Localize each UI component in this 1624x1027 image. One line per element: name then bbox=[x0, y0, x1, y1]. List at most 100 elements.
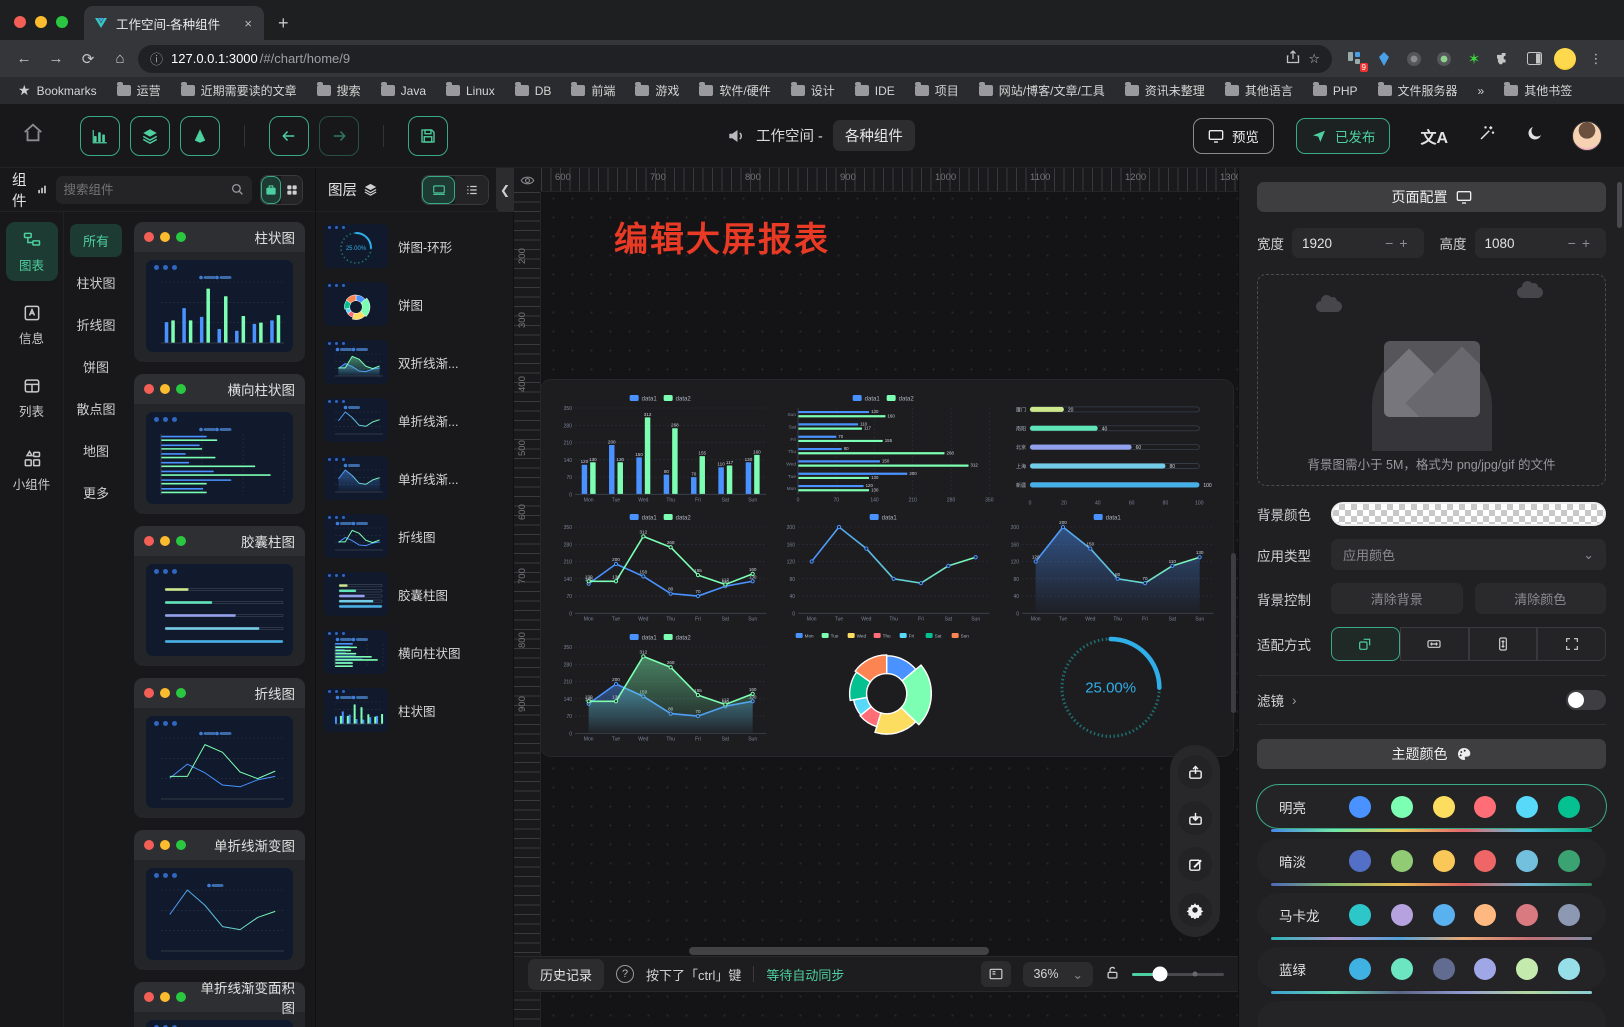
minimap-icon[interactable] bbox=[981, 961, 1011, 987]
nav-item-widgets[interactable]: 小组件 bbox=[6, 441, 58, 500]
bookmark-item[interactable]: 搜索 bbox=[309, 82, 369, 99]
bookmark-item[interactable]: IDE bbox=[847, 84, 903, 98]
component-card[interactable]: 柱状图 bbox=[134, 222, 305, 362]
background-upload-dropzone[interactable]: 背景图需小于 5M，格式为 png/jpg/gif 的文件 bbox=[1257, 274, 1606, 486]
bg-color-swatch[interactable] bbox=[1331, 502, 1606, 526]
component-card[interactable]: 胶囊柱图 bbox=[134, 526, 305, 666]
chart-ring[interactable]: 25.00% bbox=[1000, 629, 1221, 746]
layer-item[interactable]: 横向柱状图 bbox=[324, 630, 505, 674]
category-item[interactable]: 所有 bbox=[70, 224, 122, 257]
collapse-layers-icon[interactable]: ❮ bbox=[496, 168, 514, 212]
close-window-button[interactable] bbox=[14, 16, 26, 28]
details-panel-toggle-button[interactable] bbox=[180, 116, 220, 156]
single-view-button[interactable] bbox=[261, 176, 282, 204]
dark-mode-moon-icon[interactable] bbox=[1526, 124, 1544, 147]
close-tab-icon[interactable]: × bbox=[242, 16, 254, 31]
bookmark-item[interactable]: 近期需要读的文章 bbox=[173, 82, 305, 99]
nav-item-info[interactable]: 信息 bbox=[6, 295, 58, 354]
translate-icon[interactable]: 文A bbox=[1420, 124, 1448, 148]
settings-gear-icon[interactable] bbox=[1178, 893, 1212, 927]
component-card[interactable]: 折线图 bbox=[134, 678, 305, 818]
nav-item-charts[interactable]: 图表 bbox=[6, 222, 58, 281]
ruler-eye-icon[interactable] bbox=[514, 168, 541, 192]
chart-panel-toggle-button[interactable] bbox=[80, 116, 120, 156]
zoom-slider[interactable] bbox=[1132, 973, 1224, 976]
layers-panel-toggle-button[interactable] bbox=[130, 116, 170, 156]
zoom-window-button[interactable] bbox=[56, 16, 68, 28]
bookmark-item[interactable]: 前端 bbox=[563, 82, 623, 99]
forward-icon[interactable]: → bbox=[42, 45, 70, 73]
filter-toggle[interactable] bbox=[1566, 690, 1606, 710]
minimize-window-button[interactable] bbox=[35, 16, 47, 28]
thumbnail-view-button[interactable] bbox=[422, 176, 455, 204]
import-icon[interactable] bbox=[1178, 801, 1212, 835]
theme-row[interactable]: 蓝绿 bbox=[1257, 947, 1606, 990]
chart-horizontal-bar[interactable]: data1data2070140210280350120200150807011… bbox=[776, 390, 997, 507]
bookmark-item[interactable]: 文件服务器 bbox=[1370, 82, 1466, 99]
chart-bar[interactable]: data1data2070140210280350120200150807011… bbox=[553, 390, 774, 507]
layer-item[interactable]: 双折线渐... bbox=[324, 340, 505, 384]
save-button[interactable] bbox=[408, 116, 448, 156]
publish-button[interactable]: 已发布 bbox=[1296, 118, 1391, 154]
home-icon[interactable] bbox=[22, 122, 44, 149]
bookmark-item[interactable]: PHP bbox=[1305, 84, 1366, 98]
undo-button[interactable] bbox=[269, 116, 309, 156]
puzzle-icon[interactable] bbox=[1494, 49, 1514, 69]
site-info-icon[interactable]: ⓘ bbox=[150, 49, 163, 68]
category-item[interactable]: 饼图 bbox=[70, 350, 122, 383]
canvas-horizontal-scrollbar[interactable] bbox=[689, 947, 989, 955]
chart-line-gradient-area[interactable]: data1040801201602001202001508070110130Mo… bbox=[1000, 509, 1221, 626]
category-item[interactable]: 更多 bbox=[70, 476, 122, 509]
grid-view-button[interactable] bbox=[281, 176, 302, 204]
layer-item[interactable]: 折线图 bbox=[324, 514, 505, 558]
component-card[interactable]: 单折线渐变面积图 bbox=[134, 982, 305, 1027]
bookmark-item[interactable]: 资讯未整理 bbox=[1117, 82, 1213, 99]
width-input[interactable]: 1920 −+ bbox=[1292, 228, 1424, 258]
chart-line[interactable]: data1data2070140210280350120200150807011… bbox=[553, 509, 774, 626]
clear-color-button[interactable]: 清除颜色 bbox=[1475, 583, 1607, 614]
bookmark-item[interactable]: 其他书签 bbox=[1496, 82, 1580, 99]
theme-row[interactable]: 马卡龙 bbox=[1257, 893, 1606, 936]
layer-item[interactable]: 单折线渐... bbox=[324, 398, 505, 442]
layer-item[interactable]: 饼图 bbox=[324, 282, 505, 326]
width-plus-button[interactable]: + bbox=[1399, 235, 1413, 251]
fit-scale-button[interactable] bbox=[1331, 627, 1400, 661]
extension-circle-icon[interactable] bbox=[1404, 49, 1424, 69]
window-controls[interactable] bbox=[0, 16, 84, 40]
fit-width-button[interactable] bbox=[1400, 627, 1469, 661]
search-input[interactable] bbox=[64, 183, 225, 197]
list-view-button[interactable] bbox=[455, 176, 488, 204]
bookmark-item[interactable]: 运营 bbox=[109, 82, 169, 99]
redo-button[interactable] bbox=[319, 116, 359, 156]
dashboard-board[interactable]: data1data2070140210280350120200150807011… bbox=[541, 380, 1233, 756]
theme-row[interactable]: 明亮 bbox=[1257, 785, 1606, 828]
bookmark-star-icon[interactable]: ☆ bbox=[1308, 51, 1320, 67]
bookmark-item[interactable]: 游戏 bbox=[627, 82, 687, 99]
bookmark-item[interactable]: Java bbox=[373, 84, 434, 98]
export-icon[interactable] bbox=[1178, 755, 1212, 789]
browser-home-icon[interactable]: ⌂ bbox=[106, 45, 134, 73]
extension-star-icon[interactable]: ✶ bbox=[1464, 49, 1484, 69]
extension-drop-icon[interactable] bbox=[1374, 49, 1394, 69]
chart-line-gradient[interactable]: data104080120160200MonTueWedThuFriSatSun bbox=[776, 509, 997, 626]
theme-row[interactable]: 暗淡 bbox=[1257, 839, 1606, 882]
preview-button[interactable]: 预览 bbox=[1193, 118, 1274, 154]
zoom-slider-knob[interactable] bbox=[1152, 967, 1167, 982]
canvas-area[interactable]: 6007008009001000110012001300 20030040050… bbox=[514, 168, 1238, 1027]
bookmark-item[interactable]: Linux bbox=[438, 84, 503, 98]
bookmarks-root[interactable]: ★ Bookmarks bbox=[10, 82, 105, 99]
fit-fullscreen-button[interactable] bbox=[1537, 627, 1606, 661]
chart-double-line-gradient[interactable]: data1data2070140210280350120200150807011… bbox=[553, 629, 774, 746]
extension-grid-icon[interactable]: 9 bbox=[1344, 49, 1364, 69]
bookmark-item[interactable]: 其他语言 bbox=[1217, 82, 1301, 99]
bookmark-item[interactable]: » bbox=[1470, 84, 1493, 98]
history-button[interactable]: 历史记录 bbox=[528, 959, 604, 990]
clear-background-button[interactable]: 清除背景 bbox=[1331, 583, 1463, 614]
category-item[interactable]: 地图 bbox=[70, 434, 122, 467]
component-card[interactable]: 横向柱状图 bbox=[134, 374, 305, 514]
big-screen-title-text[interactable]: 编辑大屏报表 bbox=[614, 212, 830, 261]
browser-profile-avatar[interactable] bbox=[1554, 48, 1576, 70]
user-avatar[interactable] bbox=[1572, 121, 1602, 151]
layer-item[interactable]: 柱状图 bbox=[324, 688, 505, 732]
category-item[interactable]: 柱状图 bbox=[70, 266, 122, 299]
